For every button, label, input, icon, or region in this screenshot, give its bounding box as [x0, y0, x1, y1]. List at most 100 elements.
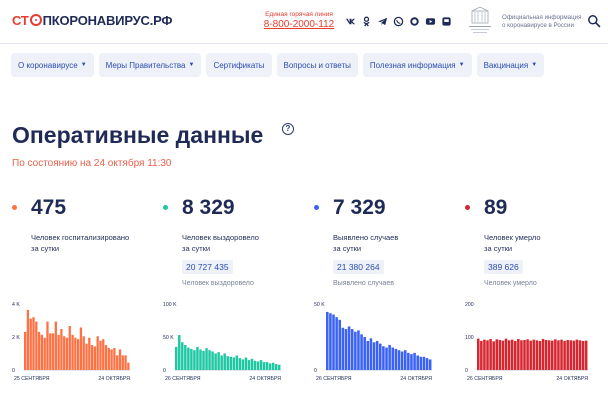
chart-bar[interactable]	[354, 331, 357, 370]
chart-bar[interactable]	[110, 349, 113, 370]
chart-bar[interactable]	[382, 346, 385, 370]
chart-bar[interactable]	[575, 339, 579, 370]
chart-bar[interactable]	[107, 348, 110, 370]
chart-bar[interactable]	[238, 358, 242, 370]
chart-bar[interactable]	[357, 330, 360, 370]
chart-bar[interactable]	[262, 362, 266, 370]
chart-bar[interactable]	[256, 361, 260, 370]
chart-bar[interactable]	[422, 356, 426, 370]
chart-bar[interactable]	[51, 333, 55, 370]
chart-bar[interactable]	[347, 326, 351, 370]
chart-bar[interactable]	[43, 337, 46, 370]
chart-bar[interactable]	[544, 339, 548, 370]
app-icon[interactable]	[440, 15, 452, 27]
chart-bar[interactable]	[217, 352, 220, 370]
chart-bar[interactable]	[90, 345, 94, 370]
chart-bar[interactable]	[175, 346, 178, 370]
help-icon[interactable]: ?	[282, 123, 294, 135]
chart-bar[interactable]	[63, 336, 66, 370]
chart-bar[interactable]	[274, 364, 278, 370]
chart-bar[interactable]	[350, 329, 354, 370]
chart-bar[interactable]	[363, 337, 366, 370]
chart-bar[interactable]	[241, 359, 245, 370]
chart-bar[interactable]	[532, 339, 536, 370]
chart-bar[interactable]	[410, 354, 413, 370]
chart-bar[interactable]	[529, 340, 532, 370]
chart-bar[interactable]	[477, 338, 480, 370]
chart-bar[interactable]	[54, 321, 57, 370]
chart-bar[interactable]	[193, 350, 196, 370]
chart-bar[interactable]	[489, 338, 492, 370]
chart-bar[interactable]	[551, 340, 554, 370]
chart-bar[interactable]	[338, 319, 342, 370]
chart-bar[interactable]	[341, 327, 345, 370]
chart-bar[interactable]	[492, 341, 495, 370]
chart-bar[interactable]	[498, 339, 502, 370]
chart-bar[interactable]	[344, 329, 348, 370]
chart-bar[interactable]	[271, 362, 275, 370]
chart-bar[interactable]	[578, 340, 582, 370]
chart-bar[interactable]	[510, 339, 514, 370]
chart-bar[interactable]	[102, 339, 105, 370]
nav-useful-info[interactable]: Полезная информация ▼	[362, 53, 472, 77]
chart-bar[interactable]	[375, 340, 379, 370]
chart-bar[interactable]	[79, 327, 83, 370]
chart-bar[interactable]	[419, 356, 423, 370]
chart-bar[interactable]	[480, 340, 483, 370]
chart-bar[interactable]	[400, 351, 404, 370]
viber-icon[interactable]	[392, 15, 404, 27]
chart-bar[interactable]	[572, 340, 576, 370]
chart-bar[interactable]	[557, 340, 560, 370]
chart-bar[interactable]	[229, 356, 232, 370]
youtube-icon[interactable]	[424, 15, 436, 27]
chart-bar[interactable]	[88, 337, 91, 370]
hotline-number[interactable]: 8-800-2000-112	[262, 19, 336, 31]
chart-bar[interactable]	[178, 335, 181, 370]
nav-about-coronavirus[interactable]: О коронавирусе ▼	[11, 53, 94, 77]
chart-bar[interactable]	[202, 350, 205, 370]
chart-bar[interactable]	[37, 331, 41, 370]
chart-bar[interactable]	[517, 338, 520, 370]
chart-bar[interactable]	[113, 348, 116, 370]
chart-bar[interactable]	[397, 350, 401, 370]
chart-bar[interactable]	[501, 340, 505, 370]
chart-bar[interactable]	[507, 340, 511, 370]
chart-bar[interactable]	[232, 357, 236, 370]
chart-bar[interactable]	[388, 344, 391, 370]
chart-bar[interactable]	[428, 359, 432, 370]
chart-bar[interactable]	[181, 342, 184, 370]
chart-bar[interactable]	[199, 349, 202, 370]
chart-bar[interactable]	[425, 358, 429, 370]
chart-bar[interactable]	[235, 355, 239, 370]
chart-bar[interactable]	[391, 347, 395, 370]
chart-bar[interactable]	[26, 309, 30, 370]
chart-bar[interactable]	[82, 336, 85, 370]
chart-bar[interactable]	[535, 340, 539, 370]
chart-bar[interactable]	[223, 353, 226, 371]
chart-bar[interactable]	[116, 355, 119, 370]
chart-bar[interactable]	[205, 348, 208, 370]
chart-bar[interactable]	[268, 363, 272, 370]
chart-bar[interactable]	[526, 339, 529, 370]
chart-bar[interactable]	[335, 317, 338, 370]
chart-bar[interactable]	[96, 336, 99, 370]
chart-bar[interactable]	[520, 340, 523, 370]
chart-bar[interactable]	[196, 346, 199, 370]
chart-bar[interactable]	[187, 347, 190, 370]
chart-bar[interactable]	[495, 339, 499, 370]
chart-bar[interactable]	[523, 339, 526, 370]
chart-bar[interactable]	[35, 321, 38, 370]
search-icon[interactable]	[587, 14, 601, 28]
chart-bar[interactable]	[60, 328, 63, 370]
chart-bar[interactable]	[40, 334, 44, 370]
chart-bar[interactable]	[214, 353, 217, 371]
chart-bar[interactable]	[407, 352, 410, 370]
telegram-icon[interactable]	[376, 15, 388, 27]
chart-bar[interactable]	[49, 333, 52, 370]
chart-bar[interactable]	[250, 358, 254, 370]
chart-bar[interactable]	[118, 349, 122, 370]
chart-bar[interactable]	[366, 340, 370, 370]
chart-bar[interactable]	[332, 314, 335, 370]
chart-bar[interactable]	[220, 355, 223, 370]
chart-bar[interactable]	[538, 340, 542, 370]
